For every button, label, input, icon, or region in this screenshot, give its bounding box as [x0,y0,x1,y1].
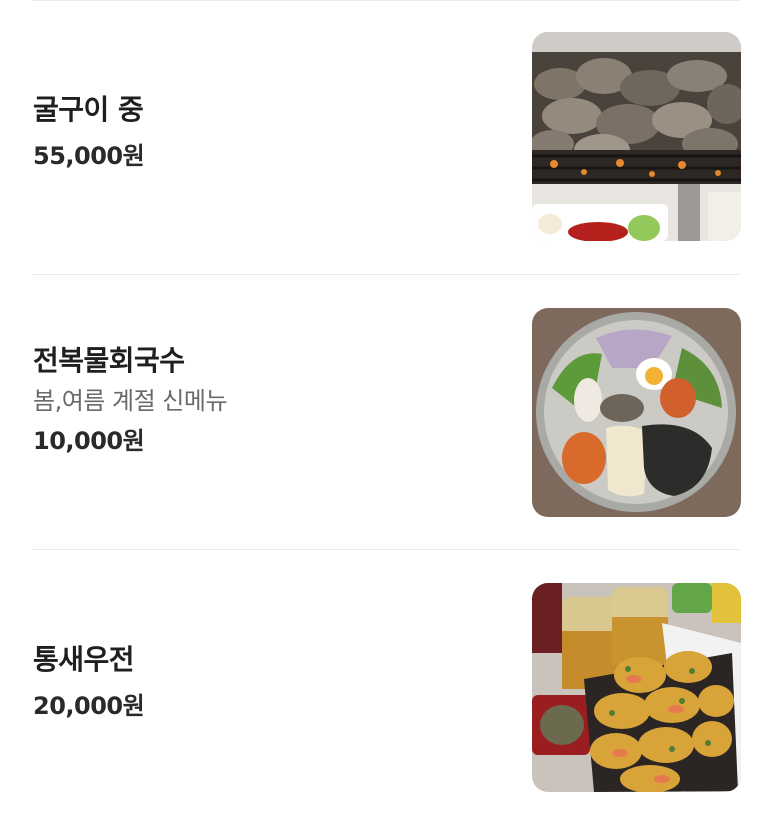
menu-item-price: 20,000원 [33,692,145,720]
menu-item-info: 전복물회국수 봄,여름 계절 신메뉴 10,000원 [33,343,228,457]
menu-item-photo[interactable] [532,583,741,792]
menu-item-abalone-noodle[interactable]: 전복물회국수 봄,여름 계절 신메뉴 10,000원 [0,275,773,549]
grilled-oysters-photo [532,32,741,241]
menu-item-price: 10,000원 [33,427,145,455]
menu-item-name: 전복물회국수 [33,344,185,377]
menu-list: 굴구이 중 55,000원 전복물회국수 봄,여름 계절 신메뉴 10,000원… [0,0,773,823]
abalone-cold-noodle-photo [532,308,741,517]
menu-item-shrimp-pancake[interactable]: 통새우전 20,000원 [0,550,773,823]
menu-item-description: 봄,여름 계절 신메뉴 [33,387,228,415]
whole-shrimp-pancake-photo [532,583,741,792]
menu-item-photo[interactable] [532,32,741,241]
menu-item-photo[interactable] [532,308,741,517]
menu-item-info: 굴구이 중 55,000원 [33,92,145,172]
menu-item-price: 55,000원 [33,142,145,170]
menu-item-info: 통새우전 20,000원 [33,642,145,722]
menu-item-grilled-oysters[interactable]: 굴구이 중 55,000원 [0,0,773,274]
menu-item-name: 통새우전 [33,643,135,676]
menu-item-name: 굴구이 중 [33,93,144,126]
